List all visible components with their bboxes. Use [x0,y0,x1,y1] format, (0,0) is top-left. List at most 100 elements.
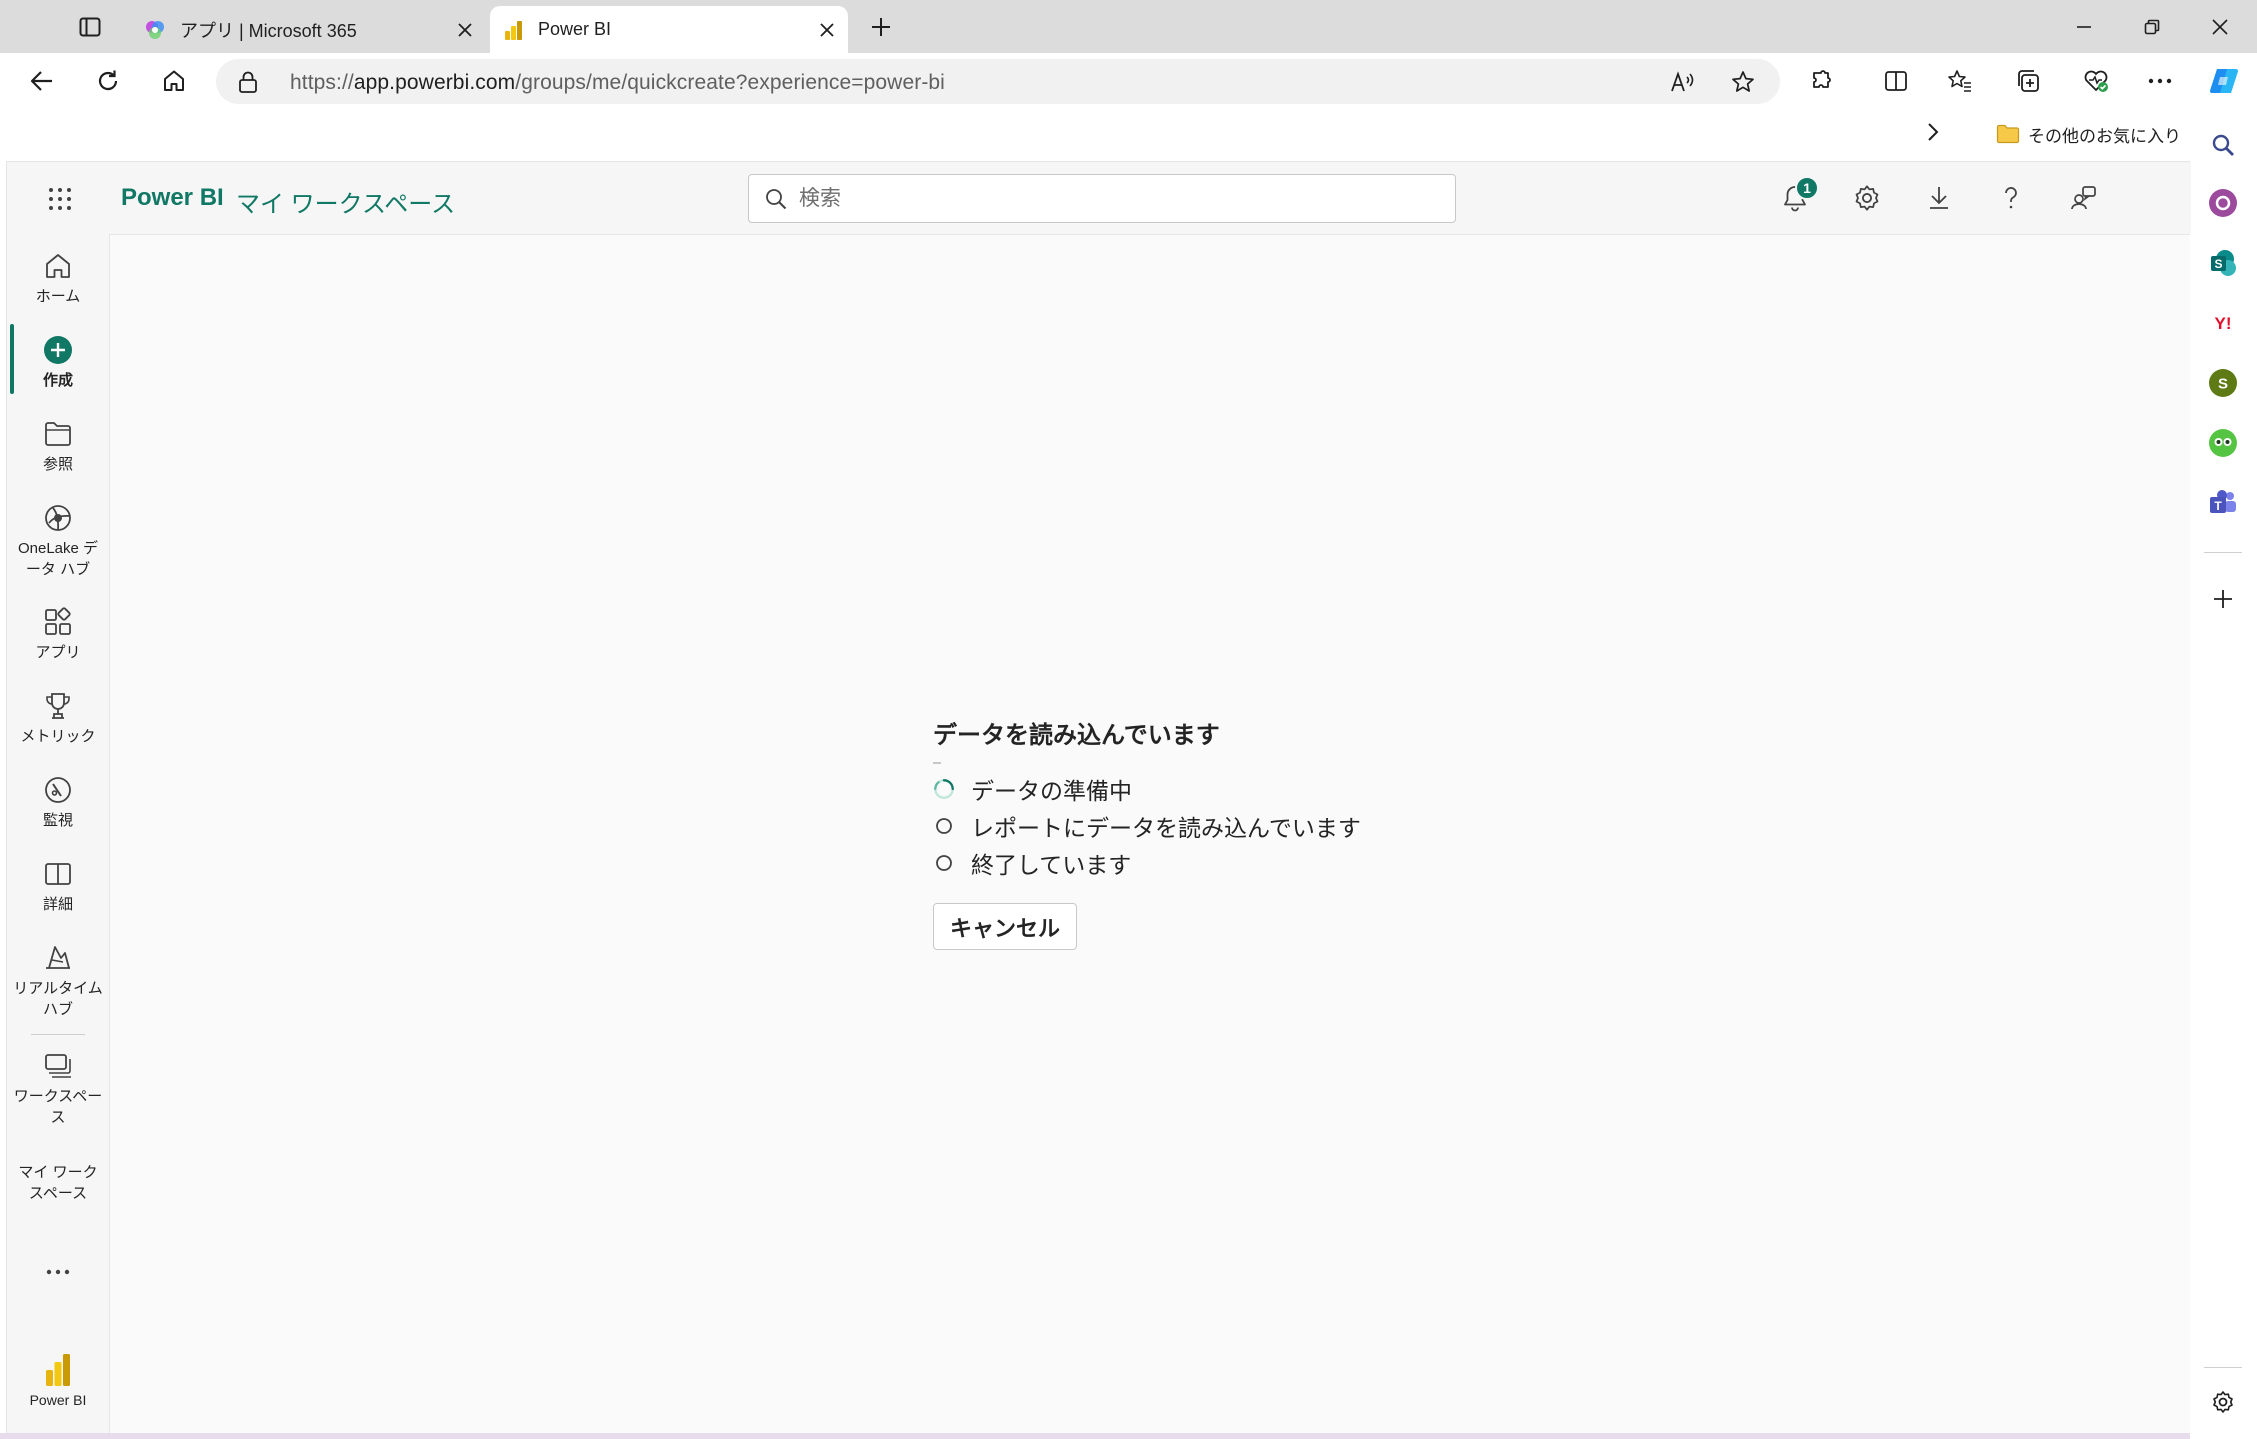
nav-more-button[interactable] [7,1254,109,1290]
feedback-button[interactable] [2063,178,2103,218]
loading-step: レポートにデータを読み込んでいます [933,809,1361,843]
sharepoint-sidebar-icon[interactable]: S [2204,244,2242,282]
nav-item-apps[interactable]: アプリ [7,604,109,663]
nav-item-metrics[interactable]: メトリック [7,688,109,747]
power-bi-icon [502,19,524,41]
add-sidebar-icon[interactable] [2204,580,2242,618]
read-aloud-icon[interactable] [1668,67,1698,97]
workspaces-icon [40,1048,76,1084]
sidebar-settings-icon[interactable] [2204,1383,2242,1421]
svg-text:T: T [2214,499,2222,513]
browser-tab-strip: アプリ | Microsoft 365 Power BI [0,0,2257,53]
app-launcher-icon[interactable] [43,182,77,216]
step-label: データの準備中 [971,778,1132,804]
yahoo-sidebar-icon[interactable]: Y! [2204,304,2242,342]
lock-icon[interactable] [238,71,258,93]
nav-label: 監視 [42,812,73,829]
nav-item-realtime[interactable]: リアルタイム ハブ [7,940,109,1020]
download-button[interactable] [1919,178,1959,218]
split-screen-icon[interactable] [1876,63,1916,99]
nav-label: リアルタイム ハブ [13,980,103,1018]
close-window-icon[interactable] [2200,10,2240,44]
chevron-right-icon[interactable] [1926,121,1940,143]
games-sidebar-icon[interactable] [2204,424,2242,462]
nav-label: Power BI [29,1392,87,1408]
url-path: /groups/me/quickcreate?experience=power-… [515,71,945,94]
help-button[interactable] [1991,178,2031,218]
cancel-button[interactable]: キャンセル [933,903,1077,950]
notifications-button[interactable]: 1 [1775,176,1819,218]
back-icon[interactable] [22,63,62,99]
copilot-icon[interactable] [2204,63,2244,99]
add-circle-icon [40,332,76,368]
home-icon[interactable] [154,63,194,99]
collections-icon[interactable] [2008,63,2048,99]
loading-step: データの準備中 [933,772,1132,806]
search-input[interactable] [799,183,1439,215]
url-host: app.powerbi.com [353,71,516,94]
microsoft-365-icon [144,19,166,41]
sidebar-divider [2204,1367,2242,1368]
nav-item-create[interactable]: 作成 [7,332,109,391]
folder-icon [40,416,76,452]
nav-label: OneLake データ ハブ [17,540,99,578]
power-bi-logo-icon [40,1352,76,1388]
tab-microsoft-365[interactable]: アプリ | Microsoft 365 [132,6,486,53]
settings-button[interactable] [1847,178,1887,218]
nav-item-learn[interactable]: 詳細 [7,856,109,915]
power-bi-app: Power BI マイ ワークスペース 1 ホーム [6,161,2191,1433]
share-feedback-icon [2071,186,2096,210]
favorites-icon[interactable] [1940,63,1980,99]
search-box[interactable] [748,174,1456,223]
nav-separator [31,1034,85,1035]
more-options-icon[interactable] [2140,63,2180,99]
minimize-icon[interactable] [2064,10,2104,44]
address-bar[interactable]: https://app.powerbi.com/groups/me/quickc… [216,59,1780,104]
nav-item-monitor[interactable]: 監視 [7,772,109,831]
folder-label: その他のお気に入り [2028,126,2181,146]
main-content: データを読み込んでいます データの準備中 レポートにデータを読み込んでいます 終… [109,234,2190,1433]
favorite-star-icon[interactable] [1728,67,1758,97]
nav-item-home[interactable]: ホーム [7,248,109,307]
other-favorites-folder[interactable]: その他のお気に入り [1996,117,2181,151]
question-mark-icon [2005,187,2017,209]
monitor-icon [40,772,76,808]
s-app-sidebar-icon[interactable]: S [2204,364,2242,402]
power-bi-footer[interactable]: Power BI [7,1352,109,1411]
restore-icon[interactable] [2132,10,2172,44]
gear-icon [1855,185,1879,211]
close-tab-icon[interactable] [450,15,480,45]
nav-item-browse[interactable]: 参照 [7,416,109,475]
search-icon [766,189,787,210]
browser-toolbar: https://app.powerbi.com/groups/me/quickc… [0,53,2257,109]
nav-item-onelake[interactable]: OneLake データ ハブ [7,500,109,580]
new-tab-icon[interactable] [866,12,896,42]
nav-label: マイ ワークスペース [18,1164,98,1202]
step-label: レポートにデータを読み込んでいます [971,815,1361,841]
notification-badge: 1 [1795,176,1819,200]
search-sidebar-icon[interactable] [2204,126,2242,164]
extensions-icon[interactable] [1802,63,1842,99]
url-text[interactable]: https://app.powerbi.com/groups/me/quickc… [290,71,945,95]
nav-label: ホーム [35,288,81,305]
app-brand[interactable]: Power BI [121,184,224,212]
book-icon [40,856,76,892]
office-sidebar-icon[interactable] [2204,184,2242,222]
tab-actions-icon[interactable] [70,12,110,42]
trophy-icon [40,688,76,724]
nav-item-workspaces[interactable]: ワークスペース [7,1048,109,1128]
tab-power-bi[interactable]: Power BI [490,6,848,53]
browser-essentials-icon[interactable] [2076,63,2116,99]
breadcrumb[interactable]: マイ ワークスペース [236,184,455,219]
nav-label: 作成 [42,372,73,389]
close-tab-icon[interactable] [812,15,842,45]
nav-item-my-workspace[interactable]: マイ ワークスペース [7,1160,109,1204]
favorites-bar: その他のお気に入り [0,109,2190,161]
spinner-icon [933,778,955,800]
refresh-icon[interactable] [88,63,128,99]
teams-sidebar-icon[interactable]: T [2204,484,2242,522]
tab-title: アプリ | Microsoft 365 [180,20,357,41]
svg-text:S: S [2214,257,2222,271]
realtime-hub-icon [40,940,76,976]
svg-text:Y!: Y! [2215,314,2232,333]
